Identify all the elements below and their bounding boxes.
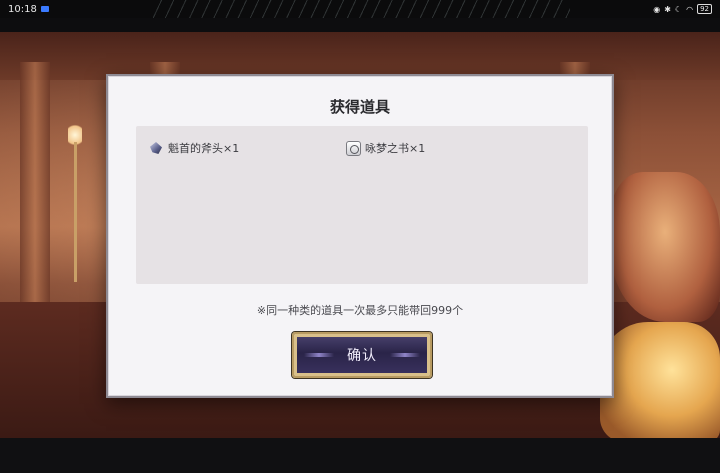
dialog-title: 获得道具 [329,98,390,116]
book-icon [346,140,361,156]
eye-icon: ◉ [653,4,661,14]
rock-pile [610,172,720,322]
battery-icon: 92 [697,4,712,14]
gold-pile [600,322,720,438]
item-acquired-dialog: 获得道具 魁首的斧头×1 咏梦之书×1 ※同一种类的道具一次最多只能带回999个… [106,74,614,398]
item-label: 魁首的斧头×1 [168,142,240,155]
candelabra [68,122,82,282]
app-notification-icon [40,6,49,12]
top-ornament [150,0,570,18]
confirm-button-label: 确认 [347,348,377,364]
wifi-icon: ◠ [686,4,694,14]
moon-icon: ☾ [674,4,683,14]
list-item[interactable]: 咏梦之书×1 [346,140,425,156]
item-list-panel: 魁首的斧头×1 咏梦之书×1 [136,126,588,284]
confirm-button[interactable]: 确认 [292,332,432,378]
wall-molding [0,32,720,80]
pillar [20,62,50,312]
bluetooth-icon: ✱ [664,4,671,14]
status-time: 10:18 [8,3,37,15]
carry-limit-notice: ※同一种类的道具一次最多只能带回999个 [256,304,464,317]
bottom-bar [0,438,720,473]
axe-crystal-icon [148,140,164,156]
list-item[interactable]: 魁首的斧头×1 [148,140,239,156]
item-label: 咏梦之书×1 [365,142,426,155]
